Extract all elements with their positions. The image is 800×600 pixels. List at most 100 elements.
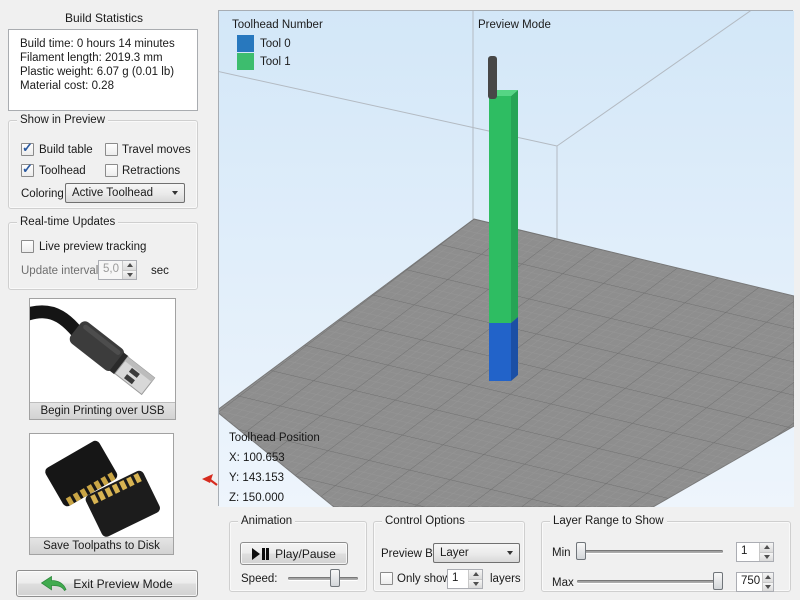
update-interval-spinner[interactable]: 5,0 xyxy=(98,260,137,280)
tower-blue-side xyxy=(511,317,518,381)
toolhead-position-x: X: 100.653 xyxy=(229,452,285,464)
toolhead-position-y: Y: 143.153 xyxy=(229,472,284,484)
min-layer-slider[interactable] xyxy=(575,542,725,560)
stat-plastic-weight: Plastic weight: 6.07 g (0.01 lb) xyxy=(20,65,193,79)
tower-green-side xyxy=(511,90,518,323)
stat-material-cost: Material cost: 0.28 xyxy=(20,79,193,93)
coloring-label: Coloring xyxy=(21,188,64,200)
sd-cards-icon xyxy=(30,434,173,537)
app-window: { "left_panel": { "build_statistics": { … xyxy=(0,0,800,600)
play-pause-icon xyxy=(252,548,269,560)
min-slider-thumb[interactable] xyxy=(576,542,586,560)
legend-swatch-tool1 xyxy=(237,53,254,70)
green-back-arrow-icon xyxy=(41,576,67,591)
spin-down-icon[interactable] xyxy=(123,270,136,280)
layers-label: layers xyxy=(490,573,521,585)
only-show-spinner[interactable]: 1 xyxy=(447,569,483,589)
min-layer-spinner[interactable]: 1 xyxy=(736,542,774,562)
toolhead-position-title: Toolhead Position xyxy=(229,432,320,444)
animation-group: Animation Play/Pause Speed: xyxy=(229,521,367,592)
max-slider-track[interactable] xyxy=(577,580,723,583)
axis-arrow-icon xyxy=(202,474,219,487)
preview-by-value: Layer xyxy=(440,547,469,559)
spin-up-icon[interactable] xyxy=(123,261,136,270)
begin-printing-usb-button[interactable]: Begin Printing over USB xyxy=(29,298,176,420)
save-toolpaths-disk-button[interactable]: Save Toolpaths to Disk xyxy=(29,433,174,555)
stat-filament-length: Filament length: 2019.3 mm xyxy=(20,51,193,65)
only-show-checkbox[interactable] xyxy=(380,572,393,585)
legend-label-tool1: Tool 1 xyxy=(260,56,291,68)
layer-range-group: Layer Range to Show Min 1 Max 750 xyxy=(541,521,791,592)
spin-down-icon[interactable] xyxy=(763,582,773,592)
preview-by-dropdown[interactable]: Layer xyxy=(433,543,520,563)
begin-printing-usb-label: Begin Printing over USB xyxy=(30,402,175,419)
speed-slider-thumb[interactable] xyxy=(330,569,340,587)
save-toolpaths-disk-label: Save Toolpaths to Disk xyxy=(30,537,173,554)
play-pause-label: Play/Pause xyxy=(275,547,336,561)
toolhead-rod xyxy=(488,56,497,99)
retractions-label: Retractions xyxy=(122,165,180,177)
legend-title: Toolhead Number xyxy=(232,19,323,31)
spin-down-icon[interactable] xyxy=(469,579,482,589)
play-pause-button[interactable]: Play/Pause xyxy=(240,542,348,565)
realtime-updates-group: Real-time Updates Live preview tracking … xyxy=(8,222,198,290)
speed-slider[interactable] xyxy=(286,569,360,587)
legend-swatch-tool0 xyxy=(237,35,254,52)
preview-mode-label: Preview Mode xyxy=(478,19,551,31)
show-in-preview-group: Show in Preview Build table Travel moves… xyxy=(8,120,198,209)
exit-preview-mode-label: Exit Preview Mode xyxy=(73,577,172,591)
build-table-checkbox[interactable] xyxy=(21,143,34,156)
min-label: Min xyxy=(552,547,571,559)
live-preview-tracking-label: Live preview tracking xyxy=(39,241,146,253)
travel-moves-label: Travel moves xyxy=(122,144,191,156)
max-label: Max xyxy=(552,577,574,589)
max-layer-spinner[interactable]: 750 xyxy=(736,572,774,592)
retractions-checkbox[interactable] xyxy=(105,164,118,177)
chevron-down-icon xyxy=(507,551,513,555)
update-interval-label: Update interval xyxy=(21,265,98,277)
update-interval-unit: sec xyxy=(151,265,169,277)
spin-down-icon[interactable] xyxy=(760,552,773,562)
build-statistics-box: Build time: 0 hours 14 minutes Filament … xyxy=(8,29,198,111)
preview-3d-viewport[interactable]: Toolhead Number Tool 0 Tool 1 Preview Mo… xyxy=(218,10,793,506)
live-preview-tracking-checkbox[interactable] xyxy=(21,240,34,253)
toolhead-checkbox[interactable] xyxy=(21,164,34,177)
only-show-label: Only show xyxy=(397,573,451,585)
spinner-buttons[interactable] xyxy=(122,261,136,279)
usb-cable-icon xyxy=(30,299,175,402)
max-layer-slider[interactable] xyxy=(575,572,725,590)
tower-blue-front xyxy=(489,323,511,381)
legend-label-tool0: Tool 0 xyxy=(260,38,291,50)
coloring-dropdown-value: Active Toolhead xyxy=(72,187,153,199)
page-title: Build Statistics xyxy=(8,11,200,25)
build-table-label: Build table xyxy=(39,144,93,156)
spin-up-icon[interactable] xyxy=(760,543,773,552)
coloring-dropdown[interactable]: Active Toolhead xyxy=(65,183,185,203)
min-layer-value: 1 xyxy=(737,543,759,561)
toolhead-position-z: Z: 150.000 xyxy=(229,492,284,504)
realtime-updates-title: Real-time Updates xyxy=(17,215,118,230)
speed-slider-track[interactable] xyxy=(288,577,358,580)
update-interval-value: 5,0 xyxy=(99,261,122,279)
min-slider-track[interactable] xyxy=(577,550,723,553)
spinner-buttons[interactable] xyxy=(762,573,773,591)
exit-preview-mode-button[interactable]: Exit Preview Mode xyxy=(16,570,198,597)
spin-up-icon[interactable] xyxy=(763,573,773,582)
stat-build-time: Build time: 0 hours 14 minutes xyxy=(20,37,193,51)
layer-range-title: Layer Range to Show xyxy=(550,514,667,529)
spinner-buttons[interactable] xyxy=(468,570,482,588)
control-options-group: Control Options Preview By Layer Only sh… xyxy=(373,521,525,592)
travel-moves-checkbox[interactable] xyxy=(105,143,118,156)
spinner-buttons[interactable] xyxy=(759,543,773,561)
toolhead-label: Toolhead xyxy=(39,165,86,177)
preview-by-label: Preview By xyxy=(381,548,439,560)
show-in-preview-title: Show in Preview xyxy=(17,113,108,128)
only-show-value: 1 xyxy=(448,570,468,588)
max-layer-value: 750 xyxy=(737,573,762,591)
spin-up-icon[interactable] xyxy=(469,570,482,579)
max-slider-thumb[interactable] xyxy=(713,572,723,590)
control-options-title: Control Options xyxy=(382,514,468,529)
printed-tower xyxy=(489,90,518,381)
chevron-down-icon xyxy=(172,191,178,195)
speed-label: Speed: xyxy=(241,573,277,585)
